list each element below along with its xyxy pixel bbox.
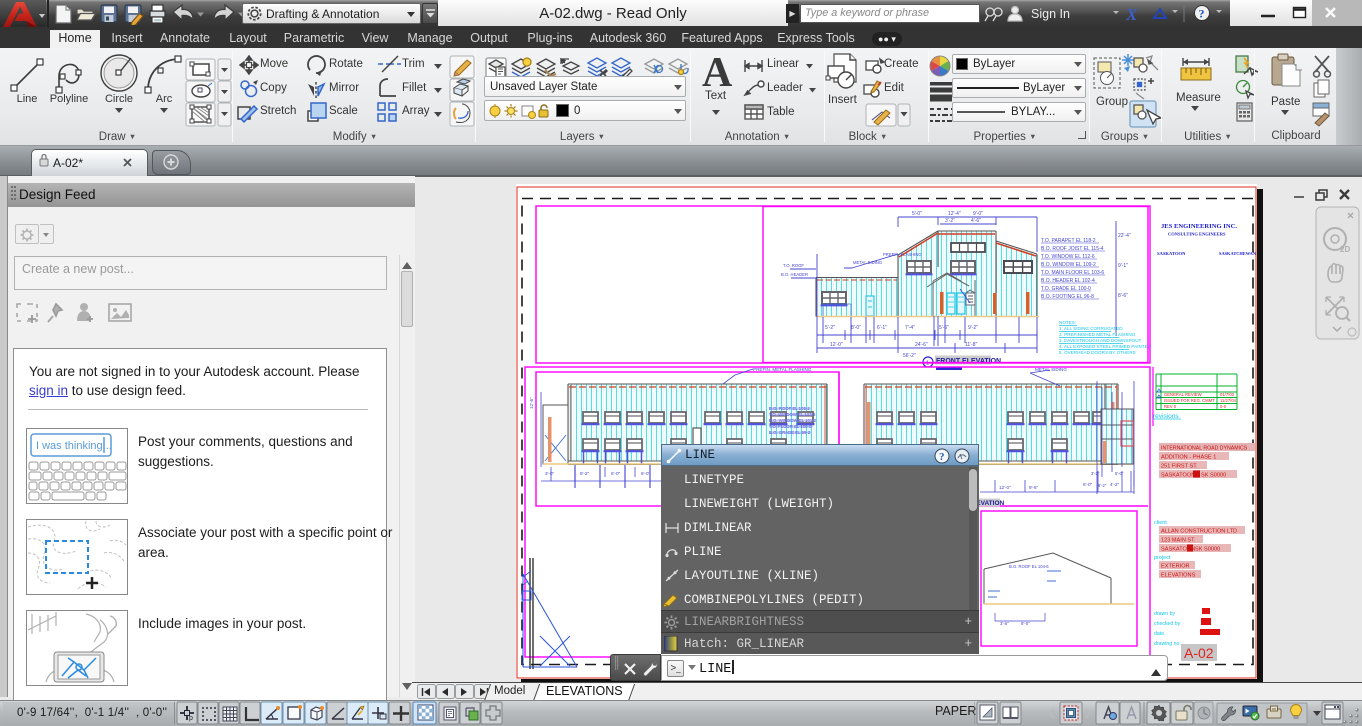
svg-text:SASKATOON: SASKATOON — [1161, 473, 1195, 479]
svg-text:6'-0": 6'-0" — [611, 471, 621, 476]
svg-text:PREFIN. METAL FLASHING: PREFIN. METAL FLASHING — [753, 367, 812, 372]
svg-text:ISSUED FOR REG. CMMT: ISSUED FOR REG. CMMT — [1164, 398, 1215, 403]
svg-text:REV 0: REV 0 — [1164, 404, 1177, 409]
svg-text:5. OVERHEAD DOORS BY OTHERS: 5. OVERHEAD DOORS BY OTHERS — [1059, 350, 1136, 355]
svg-text:251 FIRST ST.: 251 FIRST ST. — [1161, 464, 1198, 470]
svg-text:2. PREFINISHED METAL FLASHING: 2. PREFINISHED METAL FLASHING — [1059, 332, 1136, 337]
svg-text:5'-0": 5'-0" — [912, 211, 922, 217]
svg-text:drawn by: drawn by — [1154, 611, 1175, 617]
svg-text:drawing no.: drawing no. — [1154, 641, 1181, 647]
svg-text:9'-2": 9'-2" — [968, 325, 978, 331]
svg-text:3'-2": 3'-2" — [945, 218, 955, 224]
svg-text:123 MAIN ST.: 123 MAIN ST. — [1161, 538, 1196, 544]
svg-text:T.O. ROOF: T.O. ROOF — [783, 263, 804, 268]
svg-text:4'-6": 4'-6" — [971, 218, 981, 224]
svg-text:24'-6": 24'-6" — [915, 342, 928, 348]
svg-text:5'-6": 5'-6" — [939, 325, 949, 331]
svg-text:METAL SIDING: METAL SIDING — [853, 260, 882, 265]
svg-text:4'-2": 4'-2" — [1110, 482, 1120, 487]
svg-text:6'-1": 6'-1" — [877, 325, 887, 331]
svg-text:SASKATOON: SASKATOON — [1157, 251, 1186, 256]
svg-text:12'-0": 12'-0" — [999, 485, 1011, 490]
svg-text:8'-6": 8'-6" — [1118, 293, 1128, 299]
svg-text:ELEVATIONS: ELEVATIONS — [1161, 573, 1196, 579]
svg-text:3'-2": 3'-2" — [1091, 471, 1100, 476]
svg-text:22'-4": 22'-4" — [1118, 233, 1131, 239]
svg-text:A-02: A-02 — [1184, 645, 1214, 661]
svg-text:8'-2": 8'-2" — [1098, 483, 1107, 488]
svg-text:Sign In: Sign In — [1031, 7, 1070, 21]
svg-text:X: X — [1125, 5, 1138, 24]
svg-text:EXTERIOR: EXTERIOR — [1161, 564, 1190, 570]
svg-text:6'-0": 6'-0" — [641, 471, 651, 476]
svg-text:7'-4": 7'-4" — [905, 325, 915, 331]
svg-text:SK S0000: SK S0000 — [1195, 547, 1220, 553]
svg-text:FRONT ELEVATION: FRONT ELEVATION — [936, 358, 1001, 365]
svg-text:date: date — [1154, 631, 1164, 637]
svg-text:12'-4": 12'-4" — [948, 211, 961, 217]
svg-text:11/27/04: 11/27/04 — [1220, 398, 1237, 403]
svg-text:project: project — [1154, 555, 1171, 561]
svg-text:1. ALL SIDING CORRUGATED: 1. ALL SIDING CORRUGATED — [1059, 326, 1123, 331]
svg-text:11'-8": 11'-8" — [965, 342, 978, 348]
svg-text:I was thinking...: I was thinking... — [36, 440, 112, 452]
svg-text:3'-0": 3'-0" — [545, 471, 555, 476]
svg-text:PREFIN. FLASHING: PREFIN. FLASHING — [883, 252, 922, 257]
svg-text:ADDITION - PHASE 1: ADDITION - PHASE 1 — [1161, 455, 1216, 461]
svg-text:3'-6": 3'-6" — [1000, 621, 1009, 626]
svg-text:NOTES:: NOTES: — [1059, 320, 1076, 325]
svg-text:12'-0": 12'-0" — [830, 342, 843, 348]
svg-text:B.O. HEADER: B.O. HEADER — [781, 272, 808, 277]
svg-text:?: ? — [1199, 7, 1205, 21]
svg-text:4. ALL EXPOSED STEEL PRIMED PA: 4. ALL EXPOSED STEEL PRIMED PAINTED — [1059, 344, 1152, 349]
svg-text:8'-0": 8'-0" — [1021, 621, 1030, 626]
svg-text:6'-0": 6'-0" — [1083, 482, 1093, 487]
svg-text:3. EAVESTROUGH AND DOWNSPOUT: 3. EAVESTROUGH AND DOWNSPOUT — [1059, 338, 1142, 343]
svg-text:5'-2": 5'-2" — [825, 325, 835, 331]
svg-text:5'-0": 5'-0" — [1115, 471, 1124, 476]
svg-text:0-0: 0-0 — [1220, 404, 1227, 409]
svg-text:checked by: checked by — [1154, 621, 1181, 627]
svg-text:client: client — [1154, 520, 1167, 526]
svg-text:GENERAL REVIEW: GENERAL REVIEW — [1164, 392, 1202, 397]
svg-text:2D: 2D — [1340, 245, 1350, 254]
svg-text:B.O. ROOF EL 104-6: B.O. ROOF EL 104-6 — [1009, 564, 1049, 569]
svg-text:CONSULTING ENGINEERS: CONSULTING ENGINEERS — [1168, 232, 1226, 237]
svg-text:p: p — [189, 715, 193, 722]
svg-text:INTERNATIONAL ROAD DYNAMICS: INTERNATIONAL ROAD DYNAMICS — [1161, 446, 1248, 452]
svg-text:SK S0000: SK S0000 — [1201, 473, 1226, 479]
svg-text:56'-2": 56'-2" — [903, 353, 916, 359]
svg-text:ALLAN CONSTRUCTION LTD: ALLAN CONSTRUCTION LTD — [1161, 529, 1237, 535]
svg-text:SASKATCHEWAN: SASKATCHEWAN — [1219, 251, 1257, 256]
svg-text:9'-1": 9'-1" — [1118, 263, 1128, 269]
svg-text:9'-6": 9'-6" — [1029, 485, 1039, 490]
svg-text:?: ? — [939, 451, 945, 463]
svg-text:01/7/03: 01/7/03 — [1220, 392, 1235, 397]
svg-text:A-02*: A-02* — [53, 156, 83, 170]
svg-text:9'-0": 9'-0" — [973, 211, 983, 217]
svg-text:12'-6": 12'-6" — [529, 397, 534, 409]
svg-text:METAL SIDING: METAL SIDING — [1035, 367, 1067, 372]
svg-text:8'-0": 8'-0" — [851, 325, 861, 331]
svg-text:JES ENGINEERING INC.: JES ENGINEERING INC. — [1161, 223, 1237, 230]
svg-text:8'-2": 8'-2" — [580, 471, 590, 476]
